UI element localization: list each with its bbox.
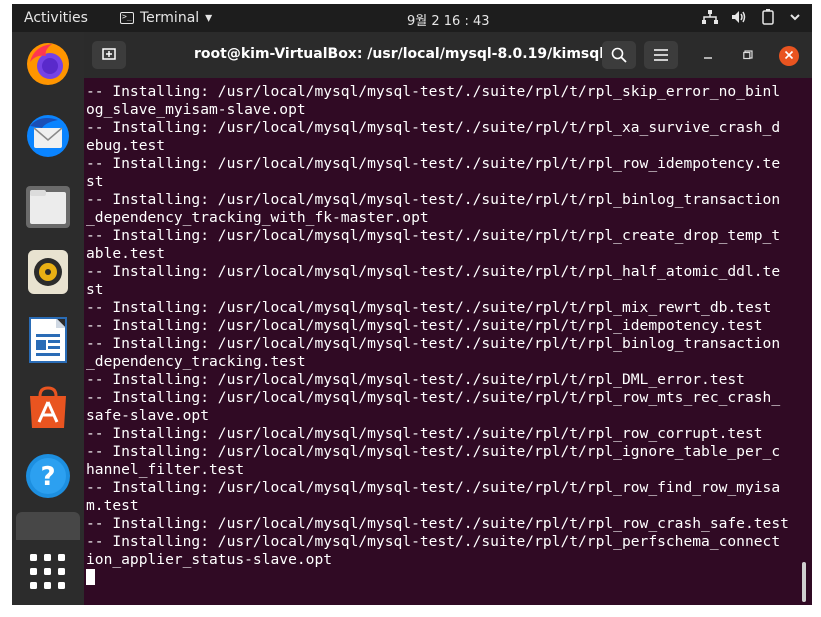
- terminal-line: m.test: [86, 497, 139, 514]
- terminal-line: -- Installing: /usr/local/mysql/mysql-te…: [86, 425, 763, 442]
- dock: ?: [12, 32, 84, 605]
- activities-button[interactable]: Activities: [24, 10, 88, 26]
- terminal-line: -- Installing: /usr/local/mysql/mysql-te…: [86, 515, 789, 532]
- libreoffice-writer-icon[interactable]: [24, 316, 72, 364]
- maximize-icon: [743, 50, 753, 60]
- battery-icon[interactable]: [762, 9, 774, 29]
- terminal-line: og_slave_myisam-slave.opt: [86, 101, 306, 118]
- app-menu-label: Terminal: [140, 10, 200, 26]
- power-menu-icon[interactable]: [788, 10, 802, 28]
- search-icon: [611, 47, 627, 63]
- maximize-button[interactable]: [738, 46, 758, 66]
- network-icon[interactable]: [702, 10, 718, 28]
- terminal-line: hannel_filter.test: [86, 461, 245, 478]
- svg-text:?: ?: [40, 462, 55, 492]
- search-button[interactable]: [602, 41, 636, 69]
- terminal-line: -- Installing: /usr/local/mysql/mysql-te…: [86, 155, 781, 172]
- close-icon: [784, 50, 794, 60]
- terminal-line: -- Installing: /usr/local/mysql/mysql-te…: [86, 191, 781, 208]
- thunderbird-icon[interactable]: [24, 112, 72, 160]
- app-menu[interactable]: >_ Terminal ▾: [120, 10, 212, 26]
- terminal-line: -- Installing: /usr/local/mysql/mysql-te…: [86, 389, 781, 406]
- show-applications-icon[interactable]: [24, 548, 72, 596]
- terminal-window: root@kim-VirtualBox: /usr/local/mysql-8.…: [84, 32, 812, 605]
- hamburger-menu-icon: [654, 49, 668, 61]
- terminal-output[interactable]: -- Installing: /usr/local/mysql/mysql-te…: [84, 78, 804, 605]
- terminal-line: st: [86, 281, 104, 298]
- chevron-down-icon: ▾: [205, 10, 213, 26]
- terminal-line: -- Installing: /usr/local/mysql/mysql-te…: [86, 443, 781, 460]
- files-icon[interactable]: [24, 182, 72, 230]
- terminal-line: -- Installing: /usr/local/mysql/mysql-te…: [86, 479, 781, 496]
- new-tab-icon: [102, 48, 116, 60]
- help-icon[interactable]: ?: [24, 452, 72, 500]
- terminal-line: -- Installing: /usr/local/mysql/mysql-te…: [86, 83, 781, 100]
- terminal-line: -- Installing: /usr/local/mysql/mysql-te…: [86, 371, 745, 388]
- terminal-line: -- Installing: /usr/local/mysql/mysql-te…: [86, 299, 772, 316]
- terminal-line: -- Installing: /usr/local/mysql/mysql-te…: [86, 317, 763, 334]
- terminal-line: _dependency_tracking.test: [86, 353, 306, 370]
- clock[interactable]: 9월 2 16 : 43: [407, 10, 490, 29]
- terminal-line: safe-slave.opt: [86, 407, 210, 424]
- terminal-scrollbar[interactable]: [802, 562, 806, 602]
- terminal-line: ion_applier_status-slave.opt: [86, 551, 333, 568]
- volume-icon[interactable]: [732, 10, 748, 28]
- minimize-button[interactable]: [698, 46, 718, 66]
- menu-button[interactable]: [644, 41, 678, 69]
- terminal-line: -- Installing: /usr/local/mysql/mysql-te…: [86, 227, 781, 244]
- window-title: root@kim-VirtualBox: /usr/local/mysql-8.…: [194, 46, 605, 62]
- terminal-line: -- Installing: /usr/local/mysql/mysql-te…: [86, 533, 781, 550]
- terminal-line: -- Installing: /usr/local/mysql/mysql-te…: [86, 119, 781, 136]
- terminal-line: -- Installing: /usr/local/mysql/mysql-te…: [86, 335, 781, 352]
- firefox-icon[interactable]: [24, 40, 72, 88]
- terminal-app-icon: >_: [120, 12, 134, 24]
- terminal-line: ebug.test: [86, 137, 166, 154]
- ubuntu-software-icon[interactable]: [24, 384, 72, 432]
- terminal-line: _dependency_tracking_with_fk-master.opt: [86, 209, 429, 226]
- terminal-icon[interactable]: [16, 512, 80, 540]
- rhythmbox-icon[interactable]: [24, 248, 72, 296]
- prompt-line[interactable]: [86, 569, 804, 587]
- top-bar: Activities >_ Terminal ▾ 9월 2 16 : 43: [12, 4, 812, 32]
- window-titlebar[interactable]: root@kim-VirtualBox: /usr/local/mysql-8.…: [84, 32, 812, 78]
- terminal-line: -- Installing: /usr/local/mysql/mysql-te…: [86, 263, 781, 280]
- terminal-line: st: [86, 173, 104, 190]
- terminal-line: able.test: [86, 245, 166, 262]
- minimize-icon: [704, 57, 712, 59]
- new-tab-button[interactable]: [92, 41, 126, 69]
- text-cursor: [86, 569, 95, 585]
- close-button[interactable]: [779, 46, 799, 66]
- system-tray[interactable]: [702, 9, 802, 29]
